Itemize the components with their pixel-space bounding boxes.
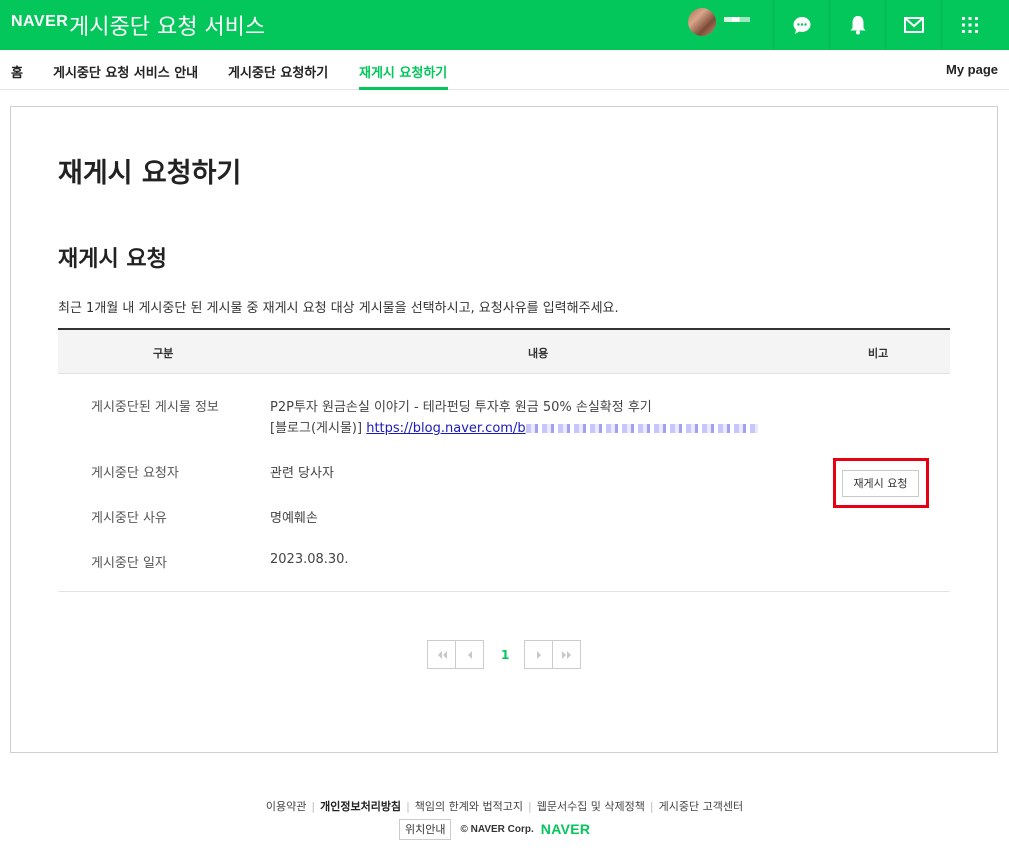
bell-icon[interactable]	[829, 0, 885, 50]
nav-repost-request[interactable]: 재게시 요청하기	[359, 62, 447, 81]
row-value-post-link: [블로그(게시물)] https://blog.naver.com/b	[270, 417, 758, 436]
blurred-url-part	[525, 424, 758, 433]
next-page-button[interactable]	[524, 640, 553, 669]
first-page-button[interactable]	[427, 640, 456, 669]
apps-icon[interactable]	[941, 0, 997, 50]
repost-request-button[interactable]: 재게시 요청	[842, 470, 919, 497]
content-panel: 재게시 요청하기 재게시 요청 최근 1개월 내 게시중단 된 게시물 중 재게…	[10, 106, 998, 753]
row-value-date: 2023.08.30.	[270, 552, 349, 567]
copyright: © NAVER Corp.	[460, 823, 534, 835]
prev-page-button[interactable]	[455, 640, 484, 669]
row-value-post-title: P2P투자 원금손실 이야기 - 테라펀딩 투자후 원금 50% 손실확정 후기	[270, 400, 652, 415]
highlight-box: 재게시 요청	[833, 458, 929, 508]
nav-service-guide[interactable]: 게시중단 요청 서비스 안내	[53, 62, 198, 81]
table-bottom-border	[58, 591, 950, 592]
row-label-date: 게시중단 일자	[91, 556, 167, 571]
section-title: 재게시 요청	[58, 247, 167, 272]
description: 최근 1개월 내 게시중단 된 게시물 중 재게시 요청 대상 게시물을 선택하…	[58, 301, 619, 316]
row-label-requester: 게시중단 요청자	[91, 466, 179, 481]
footer-link-privacy[interactable]: 개인정보처리방침	[320, 798, 401, 814]
location-button[interactable]: 위치안내	[399, 818, 452, 840]
page-number-current[interactable]: 1	[501, 648, 509, 662]
talk-icon[interactable]	[773, 0, 829, 50]
naver-logo[interactable]: NAVER	[11, 13, 68, 31]
nav-takedown-request[interactable]: 게시중단 요청하기	[228, 62, 328, 81]
mypage-link[interactable]: My page	[946, 62, 998, 77]
row-label-reason: 게시중단 사유	[91, 511, 167, 526]
footer-bottom: 위치안내 © NAVER Corp. NAVER	[399, 818, 590, 840]
nav-active-indicator	[359, 87, 448, 90]
nav-home[interactable]: 홈	[11, 62, 23, 81]
header-note: 비고	[868, 347, 889, 360]
footer-link-support[interactable]: 게시중단 고객센터	[659, 798, 743, 814]
footer-naver-logo[interactable]: NAVER	[541, 821, 590, 837]
row-value-requester: 관련 당사자	[270, 466, 334, 481]
post-link[interactable]: https://blog.naver.com/b	[366, 421, 758, 436]
footer-link-disclaimer[interactable]: 책임의 한계와 법적고지	[415, 798, 523, 814]
top-header: NAVER 게시중단 요청 서비스	[0, 0, 1009, 50]
service-title[interactable]: 게시중단 요청 서비스	[69, 9, 265, 41]
mail-icon[interactable]	[885, 0, 941, 50]
row-value-reason: 명예훼손	[270, 511, 318, 526]
last-page-button[interactable]	[552, 640, 581, 669]
post-source-label: [블로그(게시물)]	[270, 421, 363, 436]
main-nav: 홈 게시중단 요청 서비스 안내 게시중단 요청하기 재게시 요청하기 My p…	[0, 50, 1009, 90]
footer-link-crawling-policy[interactable]: 웹문서수집 및 삭제정책	[537, 798, 645, 814]
footer-link-terms[interactable]: 이용약관	[266, 798, 306, 814]
page-title: 재게시 요청하기	[58, 158, 242, 189]
row-label-post-info: 게시중단된 게시물 정보	[91, 400, 219, 415]
table-header: 구분 내용 비고	[58, 328, 950, 374]
footer-links: 이용약관 | 개인정보처리방침 | 책임의 한계와 법적고지 | 웹문서수집 및 삭제정책 |…	[265, 798, 744, 814]
header-content: 내용	[528, 347, 549, 360]
header-category: 구분	[153, 347, 174, 360]
avatar[interactable]	[688, 8, 716, 36]
username-blurred[interactable]	[724, 17, 750, 22]
